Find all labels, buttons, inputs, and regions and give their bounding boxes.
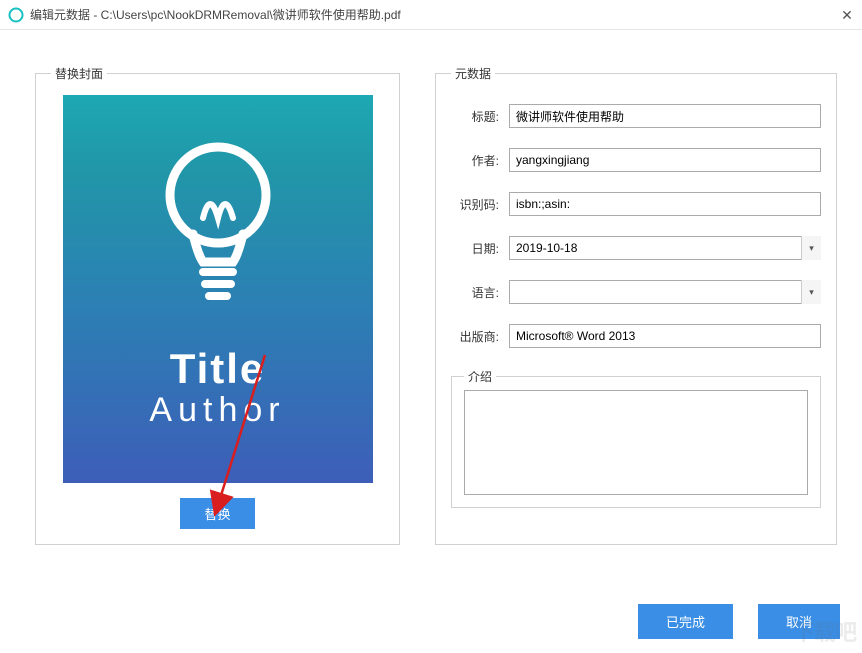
- input-date[interactable]: [509, 236, 821, 260]
- label-date: 日期:: [451, 240, 499, 257]
- label-publisher: 出版商:: [451, 328, 499, 345]
- label-author: 作者:: [451, 152, 499, 169]
- label-language: 语言:: [451, 284, 499, 301]
- window-title: 编辑元数据 - C:\Users\pc\NookDRMRemoval\微讲师软件…: [30, 6, 854, 23]
- app-icon: [8, 7, 24, 23]
- row-title: 标题:: [451, 104, 821, 128]
- combo-language[interactable]: ▾: [509, 280, 821, 304]
- label-title: 标题:: [451, 108, 499, 125]
- input-id[interactable]: [509, 192, 821, 216]
- done-button[interactable]: 已完成: [638, 604, 733, 639]
- lightbulb-icon: [153, 140, 283, 315]
- input-language[interactable]: [509, 280, 821, 304]
- combo-date[interactable]: ▾: [509, 236, 821, 260]
- row-publisher: 出版商:: [451, 324, 821, 348]
- row-id: 识别码:: [451, 192, 821, 216]
- input-author[interactable]: [509, 148, 821, 172]
- row-author: 作者:: [451, 148, 821, 172]
- cover-fieldset: 替换封面 Title Author 替换: [35, 65, 400, 545]
- row-date: 日期: ▾: [451, 236, 821, 260]
- metadata-legend: 元数据: [451, 65, 495, 82]
- cover-mock-title: Title: [170, 345, 266, 393]
- textarea-intro[interactable]: [464, 390, 808, 495]
- intro-legend: 介绍: [464, 368, 496, 385]
- footer-buttons: 已完成 取消: [638, 604, 840, 639]
- intro-fieldset: 介绍: [451, 368, 821, 508]
- row-language: 语言: ▾: [451, 280, 821, 304]
- input-title[interactable]: [509, 104, 821, 128]
- window-titlebar: 编辑元数据 - C:\Users\pc\NookDRMRemoval\微讲师软件…: [0, 0, 862, 30]
- cover-image: Title Author: [63, 95, 373, 483]
- cover-mock-author: Author: [149, 391, 285, 430]
- chevron-down-icon[interactable]: ▾: [801, 236, 821, 260]
- close-button[interactable]: ✕: [832, 0, 862, 30]
- cover-legend: 替换封面: [51, 65, 107, 82]
- replace-cover-button[interactable]: 替换: [180, 498, 254, 529]
- label-id: 识别码:: [451, 196, 499, 213]
- cancel-button[interactable]: 取消: [758, 604, 840, 639]
- input-publisher[interactable]: [509, 324, 821, 348]
- close-icon: ✕: [841, 7, 853, 24]
- metadata-fieldset: 元数据 标题: 作者: 识别码: 日期: ▾ 语言: ▾: [435, 65, 837, 545]
- content-area: 替换封面 Title Author 替换 元数据 标题:: [0, 30, 862, 598]
- chevron-down-icon[interactable]: ▾: [801, 280, 821, 304]
